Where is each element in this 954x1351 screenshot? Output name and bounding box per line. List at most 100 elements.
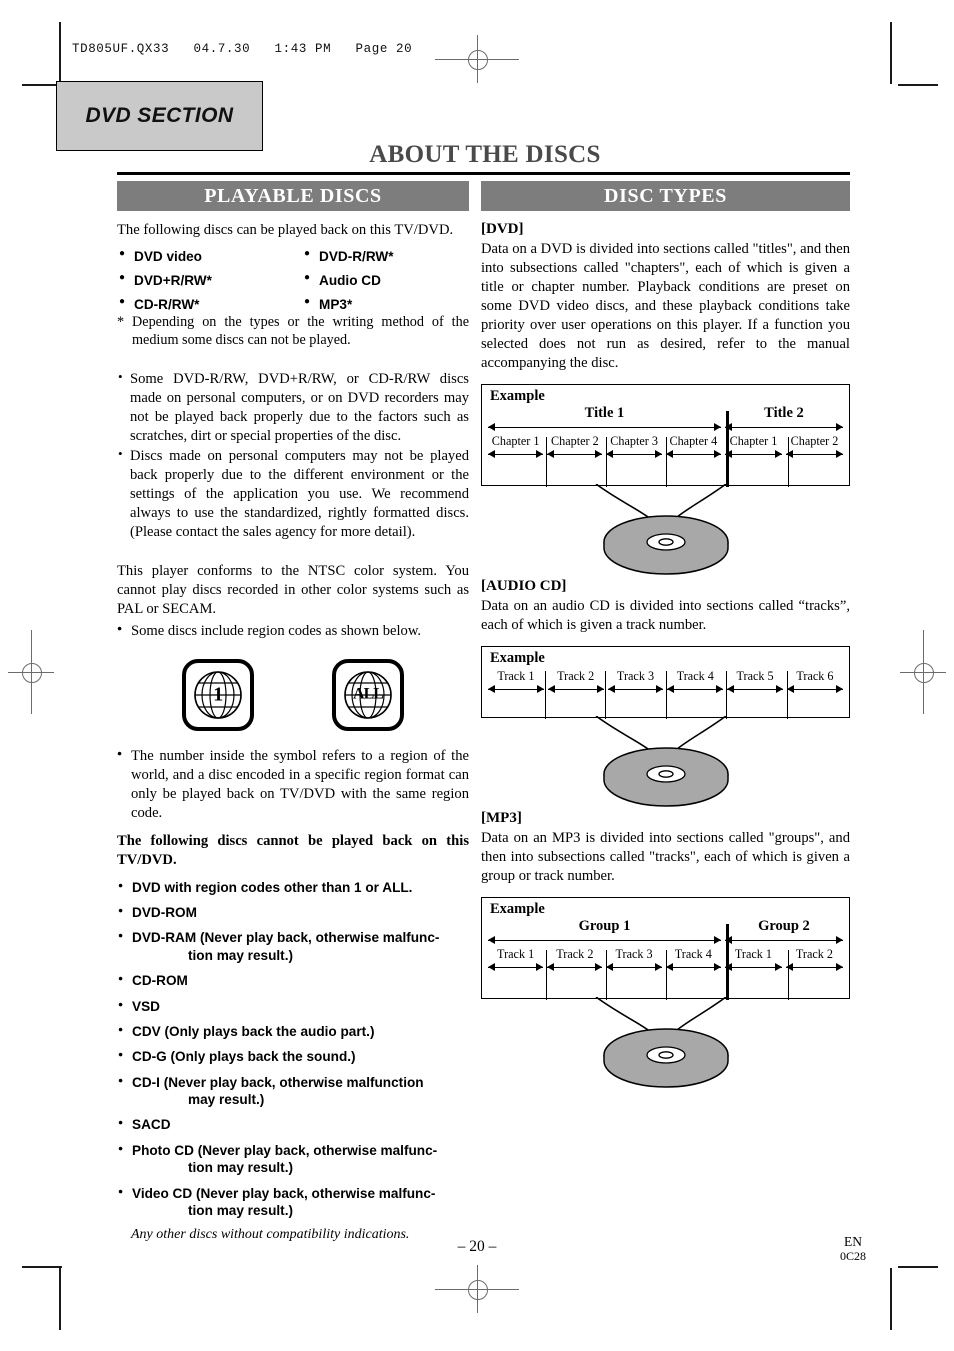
cannot-play-item-main: CD-I (Never play back, otherwise malfunc…	[132, 1074, 424, 1090]
playable-disc-item: CD-R/RW*	[117, 296, 302, 312]
dvd-chapter-span-arrow	[665, 449, 722, 460]
mp3-example-label: Example	[490, 900, 545, 917]
dvd-chapter-label: Chapter 2	[550, 434, 599, 448]
cannot-play-item-main: SACD	[132, 1117, 171, 1133]
dvd-body-text: Data on a DVD is divided into sections c…	[481, 241, 850, 371]
audio-cd-track-arrow	[786, 684, 843, 695]
cannot-play-heading: The following discs cannot be played bac…	[117, 833, 469, 868]
playable-disc-item: Audio CD	[302, 272, 469, 288]
crop-mark-bottom-left-vertical	[59, 1268, 61, 1330]
cannot-play-item: DVD-RAM (Never play back, otherwise malf…	[117, 929, 469, 964]
cannot-play-item-continuation: may result.)	[188, 1092, 265, 1108]
dvd-chapter-segment: Chapter 2	[784, 435, 845, 460]
crop-mark-bottom-right-vertical	[890, 1268, 892, 1330]
region-1-symbol: 1	[182, 659, 254, 732]
dvd-chapter-span-arrow	[488, 449, 544, 460]
dvd-chapter-segment: Chapter 1	[723, 435, 784, 460]
cannot-play-item-main: DVD with region codes other than 1 or AL…	[132, 879, 413, 895]
cannot-play-item: Photo CD (Never play back, otherwise mal…	[117, 1142, 469, 1177]
dvd-example-label: Example	[490, 387, 545, 404]
mp3-track-label: Track 4	[674, 946, 712, 961]
cannot-play-item-main: Video CD (Never play back, otherwise mal…	[132, 1185, 436, 1201]
document-code: 0C28	[839, 1248, 866, 1263]
audio-cd-example-label: Example	[490, 649, 545, 666]
dvd-title-segment: Title 2	[723, 404, 845, 433]
audio-cd-track-label: Track 4	[676, 668, 714, 683]
mp3-group-span-arrow	[724, 935, 844, 946]
dvd-chapter-span-arrow	[724, 449, 782, 460]
dvd-title-label: Title 2	[764, 404, 804, 421]
audio-cd-track-label: Track 5	[736, 668, 774, 683]
audio-cd-track-divider	[787, 670, 789, 719]
mp3-track-label: Track 1	[497, 946, 535, 961]
playable-disc-item: DVD video	[117, 248, 302, 264]
region-symbol-row: 1 ALL	[117, 659, 469, 732]
mp3-group-row: Group 1 Group 2	[482, 918, 849, 946]
dvd-title-span-arrow	[724, 422, 844, 433]
cannot-play-item: VSD	[117, 998, 469, 1015]
dvd-disc-graphic	[481, 483, 850, 576]
cannot-play-item: CDV (Only plays back the audio part.)	[117, 1023, 469, 1040]
dvd-chapter-label: Chapter 4	[669, 434, 718, 448]
dvd-chapter-divider	[666, 436, 668, 487]
audio-cd-track-divider	[605, 670, 607, 719]
dvd-chapter-label: Chapter 3	[610, 434, 658, 448]
audio-cd-track-arrow	[488, 684, 544, 695]
audio-cd-track-label: Track 1	[497, 668, 535, 683]
playable-disc-footnote: * Depending on the types or the writing …	[117, 313, 469, 348]
mp3-track-label: Track 2	[556, 946, 594, 961]
mp3-track-arrow	[606, 962, 662, 973]
crop-mark-bottom-left-horizontal	[22, 1266, 62, 1268]
mp3-example-diagram: Example Group 1 Group 2 Track 1 Track 2 …	[481, 896, 850, 1000]
mp3-track-arrow	[724, 962, 782, 973]
mp3-group-segment: Group 2	[723, 918, 845, 946]
dvd-section-tab-label: DVD SECTION	[85, 104, 234, 127]
dvd-chapter-label: Chapter 1	[729, 434, 778, 448]
left-column: The following discs can be played back o…	[117, 221, 469, 1243]
cannot-play-item-main: VSD	[132, 998, 160, 1014]
mp3-track-segment: Track 4	[664, 948, 723, 973]
language-code: EN	[843, 1234, 862, 1249]
mp3-track-label: Track 3	[615, 946, 653, 961]
mp3-track-arrow	[785, 962, 843, 973]
mp3-disc-graphic	[481, 996, 850, 1089]
audio-cd-body-text: Data on an audio CD is divided into sect…	[481, 597, 850, 633]
playable-disc-item: DVD-R/RW*	[302, 248, 469, 264]
mp3-track-segment: Track 1	[486, 948, 545, 973]
mp3-track-segment: Track 2	[784, 948, 845, 973]
audio-cd-track-arrow	[607, 684, 664, 695]
audio-cd-track-divider	[726, 670, 728, 719]
audio-cd-heading: [AUDIO CD]	[481, 577, 567, 594]
mp3-track-divider	[788, 949, 790, 1000]
audio-cd-track-segment: Track 5	[725, 668, 785, 695]
mp3-track-label: Track 2	[795, 946, 834, 961]
mp3-group-span-arrow	[488, 935, 721, 946]
cannot-play-item-continuation: tion may result.)	[188, 1203, 293, 1219]
disc-icon	[595, 996, 729, 1088]
cannot-play-item-main: DVD-ROM	[132, 904, 197, 920]
dvd-chapter-divider	[788, 436, 790, 487]
mp3-track-label: Track 1	[734, 946, 773, 961]
audio-cd-disc-graphic	[481, 715, 850, 808]
title-underline-rule	[117, 172, 850, 175]
cannot-play-item: CD-G (Only plays back the sound.)	[117, 1048, 469, 1065]
dvd-title-segment: Title 1	[486, 405, 723, 433]
registration-mark-bottom	[435, 1265, 519, 1313]
audio-cd-track-arrow	[667, 684, 724, 695]
mp3-track-arrow	[488, 962, 544, 973]
cannot-play-item: Video CD (Never play back, otherwise mal…	[117, 1185, 469, 1220]
dvd-chapter-segment: Chapter 4	[664, 435, 723, 460]
audio-cd-track-segment: Track 1	[486, 668, 546, 695]
region-code-bullet: Some discs include region codes as shown…	[117, 622, 469, 641]
cannot-play-item: DVD-ROM	[117, 904, 469, 921]
cannot-play-item-main: CDV (Only plays back the audio part.)	[132, 1023, 375, 1039]
disc-caveat-item: Some DVD-R/RW, DVD+R/RW, or CD-R/RW disc…	[117, 369, 469, 446]
mp3-group-divider	[726, 923, 729, 1000]
disc-caveat-item: Discs made on personal computers may not…	[117, 446, 469, 542]
audio-cd-track-segment: Track 4	[665, 668, 725, 695]
cannot-play-item-continuation: tion may result.)	[188, 947, 293, 963]
audio-cd-track-segment: Track 6	[785, 669, 845, 695]
dvd-chapter-span-arrow	[606, 449, 662, 460]
audio-cd-example-diagram: Example Track 1 Track 2 Track 3 Track 4 …	[481, 645, 850, 719]
page-title: ABOUT THE DISCS	[369, 141, 601, 168]
